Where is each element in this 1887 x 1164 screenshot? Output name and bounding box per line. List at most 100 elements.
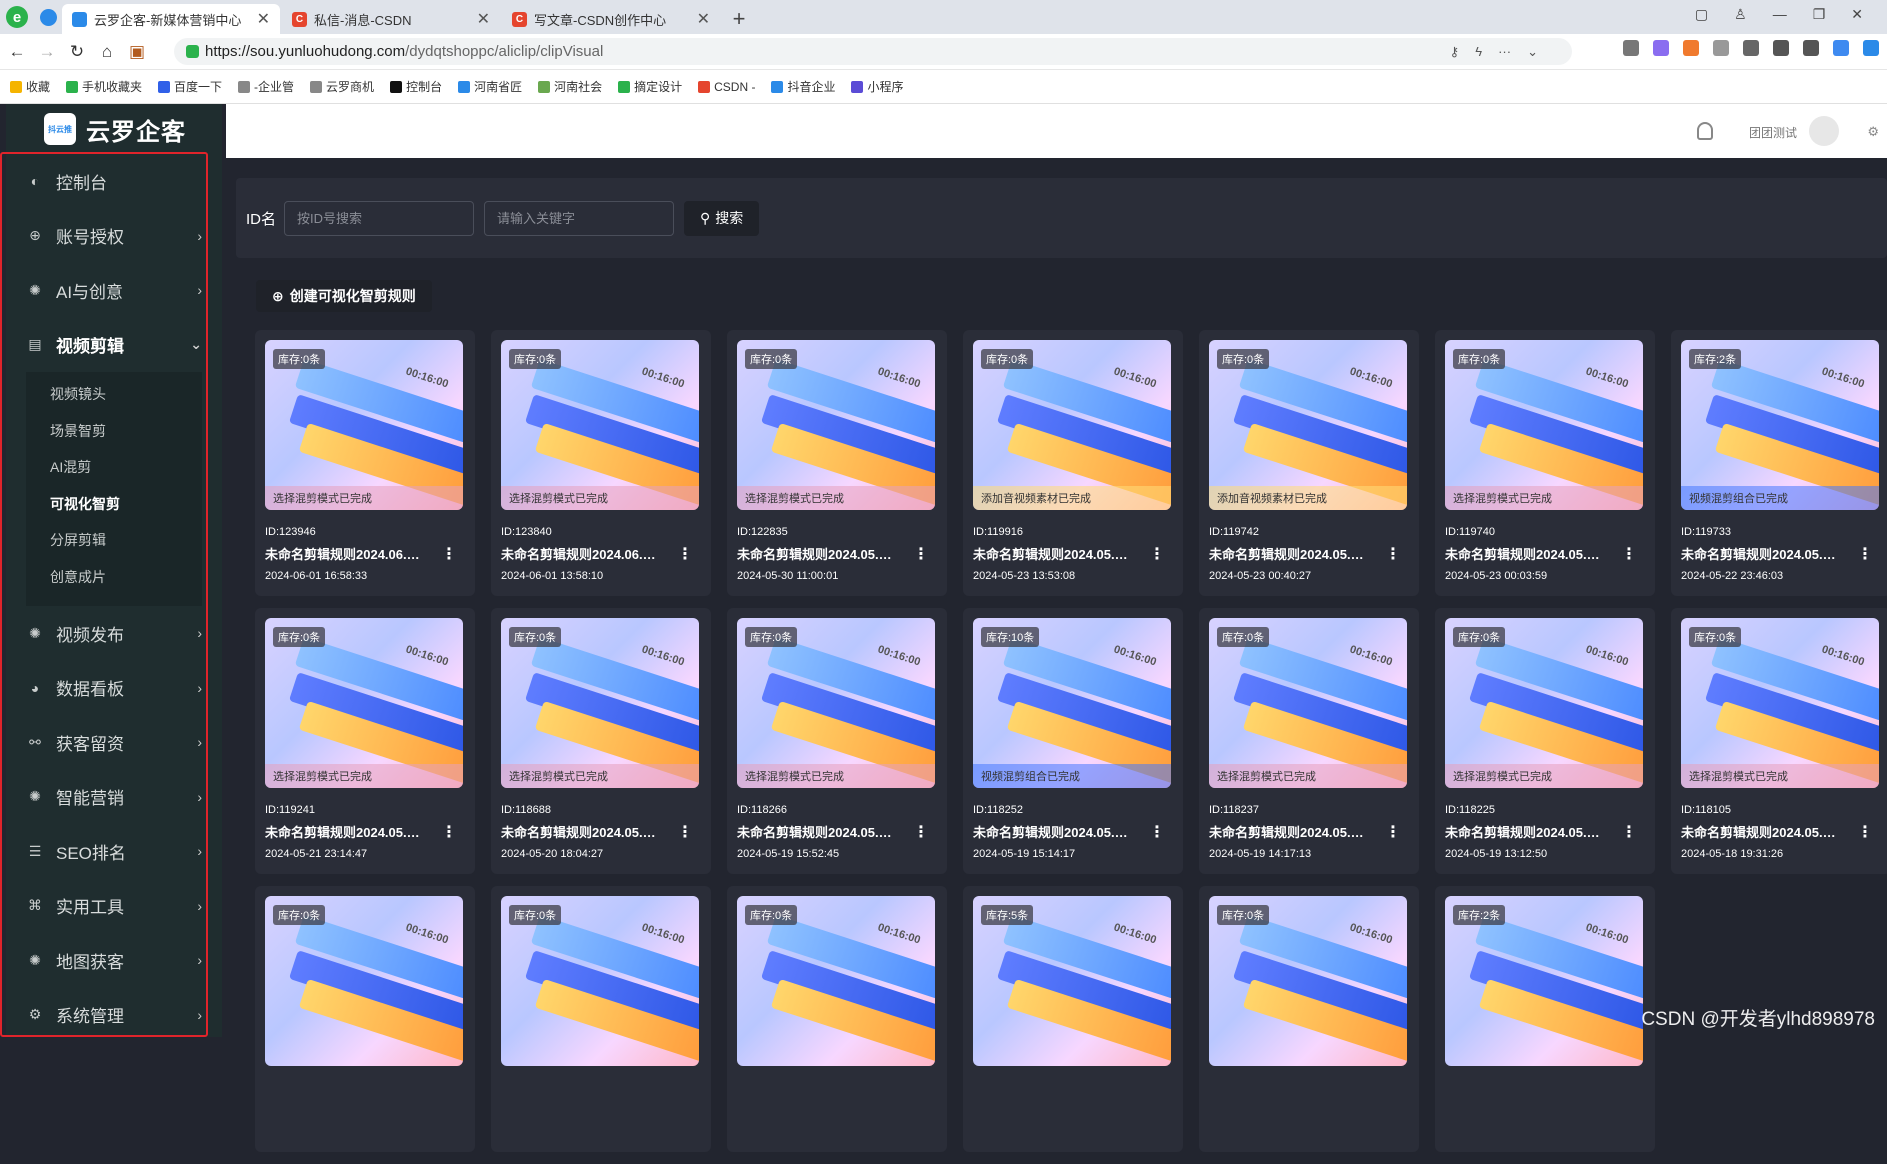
close-tab-icon[interactable]: ✕ — [477, 9, 490, 29]
more-options-icon[interactable]: ⋮ — [1385, 544, 1401, 564]
card-thumbnail[interactable]: 00:16:00库存:0条选择混剪模式已完成 — [501, 340, 699, 510]
rule-card[interactable]: 00:16:00库存:0条选择混剪模式已完成ID:118105未命名剪辑规则20… — [1671, 608, 1887, 874]
bell-icon[interactable] — [1697, 122, 1713, 140]
rule-card[interactable]: 00:16:00库存:0条 — [727, 886, 947, 1152]
rule-card[interactable]: 00:16:00库存:0条选择混剪模式已完成ID:118225未命名剪辑规则20… — [1435, 608, 1655, 874]
rule-card[interactable]: 00:16:00库存:0条 — [491, 886, 711, 1152]
home-icon[interactable]: ⌂ — [94, 42, 120, 62]
search-button[interactable]: ⚲搜索 — [684, 201, 759, 236]
card-thumbnail[interactable]: 00:16:00库存:2条 — [1445, 896, 1643, 1066]
puzzle-icon[interactable] — [1743, 40, 1759, 56]
sidebar-item[interactable]: ▤视频剪辑⌄ — [6, 318, 222, 373]
key-icon[interactable]: ⚷ — [1450, 44, 1460, 60]
submenu-item[interactable]: AI混剪 — [26, 449, 202, 486]
card-thumbnail[interactable]: 00:16:00库存:0条选择混剪模式已完成 — [501, 618, 699, 788]
bookmark-item[interactable]: 河南省匠 — [458, 78, 522, 95]
rule-card[interactable]: 00:16:00库存:0条选择混剪模式已完成ID:118237未命名剪辑规则20… — [1199, 608, 1419, 874]
bookmark-item[interactable]: 云罗商机 — [310, 78, 374, 95]
bookmark-item[interactable]: 摘定设计 — [618, 78, 682, 95]
rule-card[interactable]: 00:16:00库存:0条 — [1199, 886, 1419, 1152]
rule-card[interactable]: 00:16:00库存:0条选择混剪模式已完成ID:122835未命名剪辑规则20… — [727, 330, 947, 596]
close-tab-icon[interactable]: ✕ — [257, 9, 270, 29]
rule-card[interactable]: 00:16:00库存:0条选择混剪模式已完成ID:119241未命名剪辑规则20… — [255, 608, 475, 874]
card-thumbnail[interactable]: 00:16:00库存:0条选择混剪模式已完成 — [1209, 618, 1407, 788]
bookmark-item[interactable]: -企业管 — [238, 78, 294, 95]
forward-icon[interactable]: → — [34, 42, 60, 62]
browser-menu-icon[interactable] — [1863, 40, 1879, 56]
more-options-icon[interactable]: ⋮ — [1385, 822, 1401, 842]
bookmark-item[interactable]: 收藏 — [10, 78, 50, 95]
rule-card[interactable]: 00:16:00库存:0条选择混剪模式已完成ID:123946未命名剪辑规则20… — [255, 330, 475, 596]
card-thumbnail[interactable]: 00:16:00库存:0条 — [501, 896, 699, 1066]
sidebar-item[interactable]: ◕数据看板› — [6, 661, 222, 716]
card-thumbnail[interactable]: 00:16:00库存:0条选择混剪模式已完成 — [1681, 618, 1879, 788]
extension-orange-icon[interactable] — [1683, 40, 1699, 56]
brand[interactable]: 抖云推 云罗企客 — [6, 104, 222, 154]
more-options-icon[interactable]: ⋮ — [1621, 544, 1637, 564]
sidebar-item[interactable]: ⚯获客留资› — [6, 715, 222, 770]
url-field[interactable]: https://sou.yunluohudong.com /dydqtshopp… — [174, 38, 1572, 65]
more-options-icon[interactable]: ⋮ — [1621, 822, 1637, 842]
card-thumbnail[interactable]: 00:16:00库存:0条选择混剪模式已完成 — [737, 340, 935, 510]
sidebar-item[interactable]: ✺视频发布› — [6, 606, 222, 661]
new-tab-button[interactable]: + — [722, 4, 756, 34]
bookmark-item[interactable]: 百度一下 — [158, 78, 222, 95]
telegram-icon[interactable] — [34, 0, 62, 34]
avatar[interactable] — [1809, 116, 1839, 146]
sidebar-item[interactable]: ⚙系统管理› — [6, 988, 222, 1043]
keyword-search-input[interactable] — [484, 201, 674, 236]
more-dots-icon[interactable]: ··· — [1498, 44, 1511, 60]
more-options-icon[interactable]: ⋮ — [913, 822, 929, 842]
rule-card[interactable]: 00:16:00库存:5条 — [963, 886, 1183, 1152]
card-thumbnail[interactable]: 00:16:00库存:0条 — [737, 896, 935, 1066]
submenu-item[interactable]: 视频镜头 — [26, 376, 202, 413]
more-options-icon[interactable]: ⋮ — [441, 822, 457, 842]
lightning-icon[interactable]: ϟ — [1475, 44, 1482, 60]
more-options-icon[interactable]: ⋮ — [677, 822, 693, 842]
create-rule-button[interactable]: ⊕ 创建可视化智剪规则 — [256, 280, 432, 312]
id-search-input[interactable] — [284, 201, 474, 236]
card-thumbnail[interactable]: 00:16:00库存:0条选择混剪模式已完成 — [737, 618, 935, 788]
rule-card[interactable]: 00:16:00库存:2条视频混剪组合已完成ID:119733未命名剪辑规则20… — [1671, 330, 1887, 596]
extension-purple-icon[interactable] — [1653, 40, 1669, 56]
sidebar-item[interactable]: ⌘实用工具› — [6, 879, 222, 934]
download-icon[interactable] — [1773, 40, 1789, 56]
browser-tab[interactable]: 云罗企客-新媒体营销中心✕ — [62, 4, 280, 34]
submenu-item[interactable]: 分屏剪辑 — [26, 522, 202, 559]
bookmark-item[interactable]: 手机收藏夹 — [66, 78, 142, 95]
more-options-icon[interactable]: ⋮ — [677, 544, 693, 564]
submenu-item[interactable]: 可视化智剪 — [26, 486, 202, 523]
rule-card[interactable]: 00:16:00库存:0条添加音视频素材已完成ID:119742未命名剪辑规则2… — [1199, 330, 1419, 596]
more-options-icon[interactable]: ⋮ — [1857, 822, 1873, 842]
username[interactable]: 团团测试 — [1749, 124, 1797, 141]
ai-assistant-icon[interactable] — [1833, 40, 1849, 56]
browser-tab[interactable]: C私信-消息-CSDN✕ — [282, 4, 500, 34]
more-options-icon[interactable]: ⋮ — [1149, 544, 1165, 564]
submenu-item[interactable]: 场景智剪 — [26, 413, 202, 450]
back-icon[interactable]: ← — [4, 42, 30, 62]
card-thumbnail[interactable]: 00:16:00库存:0条选择混剪模式已完成 — [1445, 340, 1643, 510]
tab-count-icon[interactable]: ▢ — [1695, 6, 1708, 23]
settings-icon[interactable]: ⚙ — [1867, 124, 1879, 140]
close-tab-icon[interactable]: ✕ — [697, 9, 710, 29]
chevron-down-icon[interactable]: ⌄ — [1527, 44, 1538, 60]
shirt-icon[interactable]: ♙ — [1734, 6, 1747, 23]
undo-icon[interactable] — [1803, 40, 1819, 56]
scissors-icon[interactable] — [1623, 40, 1639, 56]
more-options-icon[interactable]: ⋮ — [441, 544, 457, 564]
card-thumbnail[interactable]: 00:16:00库存:0条 — [265, 896, 463, 1066]
reload-icon[interactable]: ↻ — [64, 42, 90, 62]
wallet-icon[interactable]: ▣ — [124, 42, 150, 62]
close-window-icon[interactable]: ✕ — [1851, 6, 1863, 23]
rule-card[interactable]: 00:16:00库存:0条选择混剪模式已完成ID:118688未命名剪辑规则20… — [491, 608, 711, 874]
card-thumbnail[interactable]: 00:16:00库存:0条 — [1209, 896, 1407, 1066]
bookmark-item[interactable]: 小程序 — [851, 78, 903, 95]
card-thumbnail[interactable]: 00:16:00库存:5条 — [973, 896, 1171, 1066]
submenu-item[interactable]: 创意成片 — [26, 559, 202, 596]
browser-logo-icon[interactable]: e — [0, 0, 34, 34]
more-options-icon[interactable]: ⋮ — [1857, 544, 1873, 564]
card-thumbnail[interactable]: 00:16:00库存:2条视频混剪组合已完成 — [1681, 340, 1879, 510]
bookmark-item[interactable]: 控制台 — [390, 78, 442, 95]
card-thumbnail[interactable]: 00:16:00库存:0条添加音视频素材已完成 — [973, 340, 1171, 510]
sidebar-item[interactable]: ✺地图获客› — [6, 933, 222, 988]
